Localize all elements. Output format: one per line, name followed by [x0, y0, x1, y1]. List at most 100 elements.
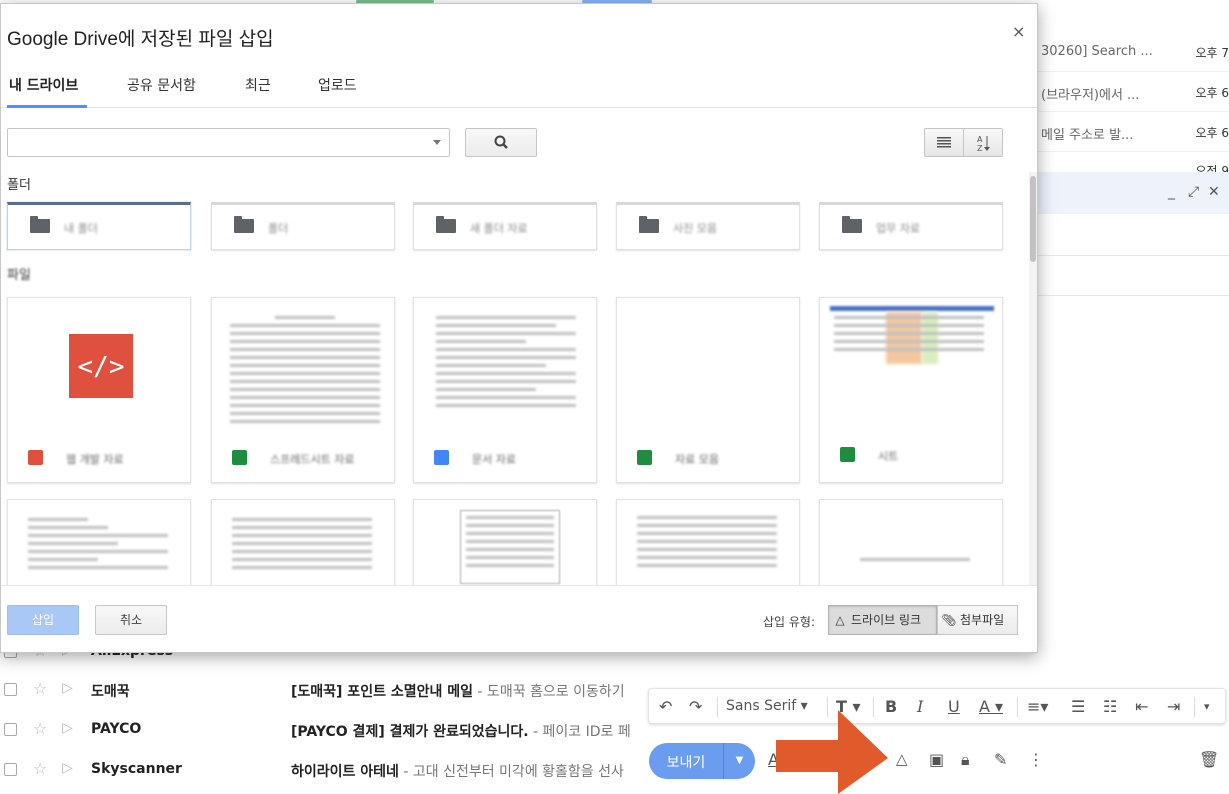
tab-bar: 내 드라이브 공유 문서함 최근 업로드: [1, 64, 1037, 108]
table-row[interactable]: ☆ ▷ 도매꾹 [도매꾹] 포인트 소멸안내 메일 - 도매꾹 홈으로 이동하기: [0, 670, 634, 710]
folder-icon: [842, 216, 862, 233]
folder-name: 업무 자료: [876, 222, 920, 235]
list-item[interactable]: 30260] Search ... 오후 7: [1038, 32, 1229, 72]
svg-text:</>: </>: [78, 352, 125, 382]
folder-item[interactable]: 새 폴더 자료: [413, 202, 597, 250]
mail-snippet: 메일 주소로 발...: [1041, 128, 1134, 143]
mail-time: 오후 6: [1195, 86, 1229, 100]
row-checkbox[interactable]: [4, 723, 17, 736]
search-input[interactable]: [7, 128, 450, 157]
underline-icon[interactable]: U: [948, 697, 960, 716]
star-icon[interactable]: ☆: [33, 719, 47, 738]
search-options-icon[interactable]: [433, 140, 441, 145]
row-checkbox[interactable]: [4, 763, 17, 776]
indent-more-icon[interactable]: ⇥: [1167, 697, 1180, 716]
scrollbar[interactable]: [1029, 172, 1037, 585]
align-icon[interactable]: ≡▾: [1027, 697, 1048, 716]
code-file-icon: </>: [69, 334, 133, 398]
drive-icon[interactable]: △: [896, 750, 908, 768]
list-view-button[interactable]: [924, 128, 964, 157]
tab-shared[interactable]: 공유 문서함: [127, 75, 196, 95]
row-checkbox[interactable]: [4, 683, 17, 696]
insert-button[interactable]: 삽입: [7, 605, 79, 635]
more-options-icon[interactable]: ⋮: [1028, 750, 1044, 769]
table-row[interactable]: ☆ ▷ PAYCO [PAYCO 결제] 결제가 완료되었습니다. - 페이코 …: [0, 710, 634, 750]
importance-icon[interactable]: ▷: [62, 680, 73, 696]
expand-icon[interactable]: ⤢: [1188, 184, 1199, 200]
folder-name: 폴더: [268, 222, 289, 235]
file-thumbnail: [414, 298, 596, 438]
minimize-icon[interactable]: _: [1168, 184, 1175, 200]
files-heading: 파일: [7, 268, 31, 283]
confidential-icon[interactable]: 🔒︎: [961, 750, 970, 770]
file-name: 자료 모음: [675, 453, 719, 466]
sheets-icon: [840, 447, 855, 462]
text-color-icon[interactable]: A ▾: [979, 697, 1003, 716]
italic-icon[interactable]: I: [917, 697, 923, 716]
close-icon[interactable]: ×: [1012, 22, 1025, 41]
cancel-button[interactable]: 취소: [95, 605, 167, 635]
indent-less-icon[interactable]: ⇤: [1135, 697, 1148, 716]
file-item[interactable]: 시트: [819, 297, 1003, 483]
attachment-button[interactable]: 📎︎ 첨부파일: [937, 605, 1018, 635]
folder-icon: [639, 216, 659, 233]
file-item[interactable]: [616, 499, 800, 585]
sheets-icon: [637, 450, 652, 465]
signature-icon[interactable]: ✎: [994, 750, 1007, 769]
svg-text:Z: Z: [977, 144, 983, 153]
scrollbar-thumb[interactable]: [1030, 176, 1036, 262]
tab-my-drive[interactable]: 내 드라이브: [9, 75, 78, 95]
mail-time: 오후 7: [1195, 46, 1229, 60]
bulleted-list-icon[interactable]: ☷: [1103, 697, 1117, 716]
file-item[interactable]: [819, 499, 1003, 585]
star-icon[interactable]: ☆: [33, 679, 47, 698]
send-options-icon[interactable]: ▼: [723, 743, 755, 779]
list-item[interactable]: (브라우저)에서 ... 오후 6: [1038, 72, 1229, 112]
mail-sender: Skyscanner: [91, 761, 182, 777]
file-item[interactable]: </> 웹 개발 자료: [7, 297, 191, 483]
folder-item[interactable]: 업무 자료: [819, 202, 1003, 250]
arrow-annotation-icon: [776, 710, 888, 794]
file-item[interactable]: 자료 모음: [616, 297, 800, 483]
drive-link-button[interactable]: △ 드라이브 링크: [828, 605, 937, 635]
file-item[interactable]: 문서 자료: [413, 297, 597, 483]
folder-item[interactable]: 폴더: [211, 202, 395, 250]
folder-item[interactable]: 내 폴더: [7, 202, 191, 250]
tab-upload[interactable]: 업로드: [318, 75, 357, 95]
sheets-icon: [232, 450, 247, 465]
file-thumbnail: [212, 298, 394, 438]
search-field[interactable]: [14, 129, 424, 155]
file-item[interactable]: [211, 499, 395, 585]
drive-link-label: 드라이브 링크: [851, 613, 922, 627]
folder-name: 내 폴더: [64, 222, 98, 235]
trash-icon[interactable]: 🗑︎: [1199, 750, 1219, 769]
send-button[interactable]: 보내기 ▼: [649, 743, 755, 779]
mail-sender: 도매꾹: [91, 684, 130, 700]
compose-subject[interactable]: [1038, 256, 1229, 296]
file-thumbnail: [617, 298, 799, 438]
undo-icon[interactable]: ↶: [659, 697, 672, 716]
close-compose-icon[interactable]: ✕: [1208, 184, 1220, 200]
file-item[interactable]: [413, 499, 597, 585]
list-view-icon: [937, 137, 951, 148]
file-browser[interactable]: 폴더 내 폴더 폴더 새 폴더 자료 사진 모음 업무 자료 파일 </> 웹 …: [1, 172, 1037, 585]
tab-recent[interactable]: 최근: [245, 75, 271, 95]
photo-icon[interactable]: ▣: [929, 750, 944, 769]
importance-icon[interactable]: ▷: [62, 760, 73, 776]
numbered-list-icon[interactable]: ☰: [1071, 697, 1085, 716]
table-row[interactable]: ☆ ▷ Skyscanner 하이라이트 아테네 - 고대 신전부터 미각에 황…: [0, 750, 634, 790]
more-formatting-icon[interactable]: ▾: [1204, 700, 1210, 713]
folder-item[interactable]: 사진 모음: [616, 202, 800, 250]
divider: [1194, 697, 1195, 717]
sort-button[interactable]: A Z: [963, 128, 1003, 157]
file-item[interactable]: 스프레드시트 자료: [211, 297, 395, 483]
search-button[interactable]: [465, 128, 537, 157]
folders-heading: 폴더: [7, 178, 31, 193]
star-icon[interactable]: ☆: [33, 759, 47, 778]
redo-icon[interactable]: ↷: [689, 697, 702, 716]
compose-recipients[interactable]: [1038, 214, 1229, 256]
folder-icon: [30, 216, 50, 233]
list-item[interactable]: 메일 주소로 발... 오후 6: [1038, 112, 1229, 152]
file-item[interactable]: [7, 499, 191, 585]
importance-icon[interactable]: ▷: [62, 720, 73, 736]
